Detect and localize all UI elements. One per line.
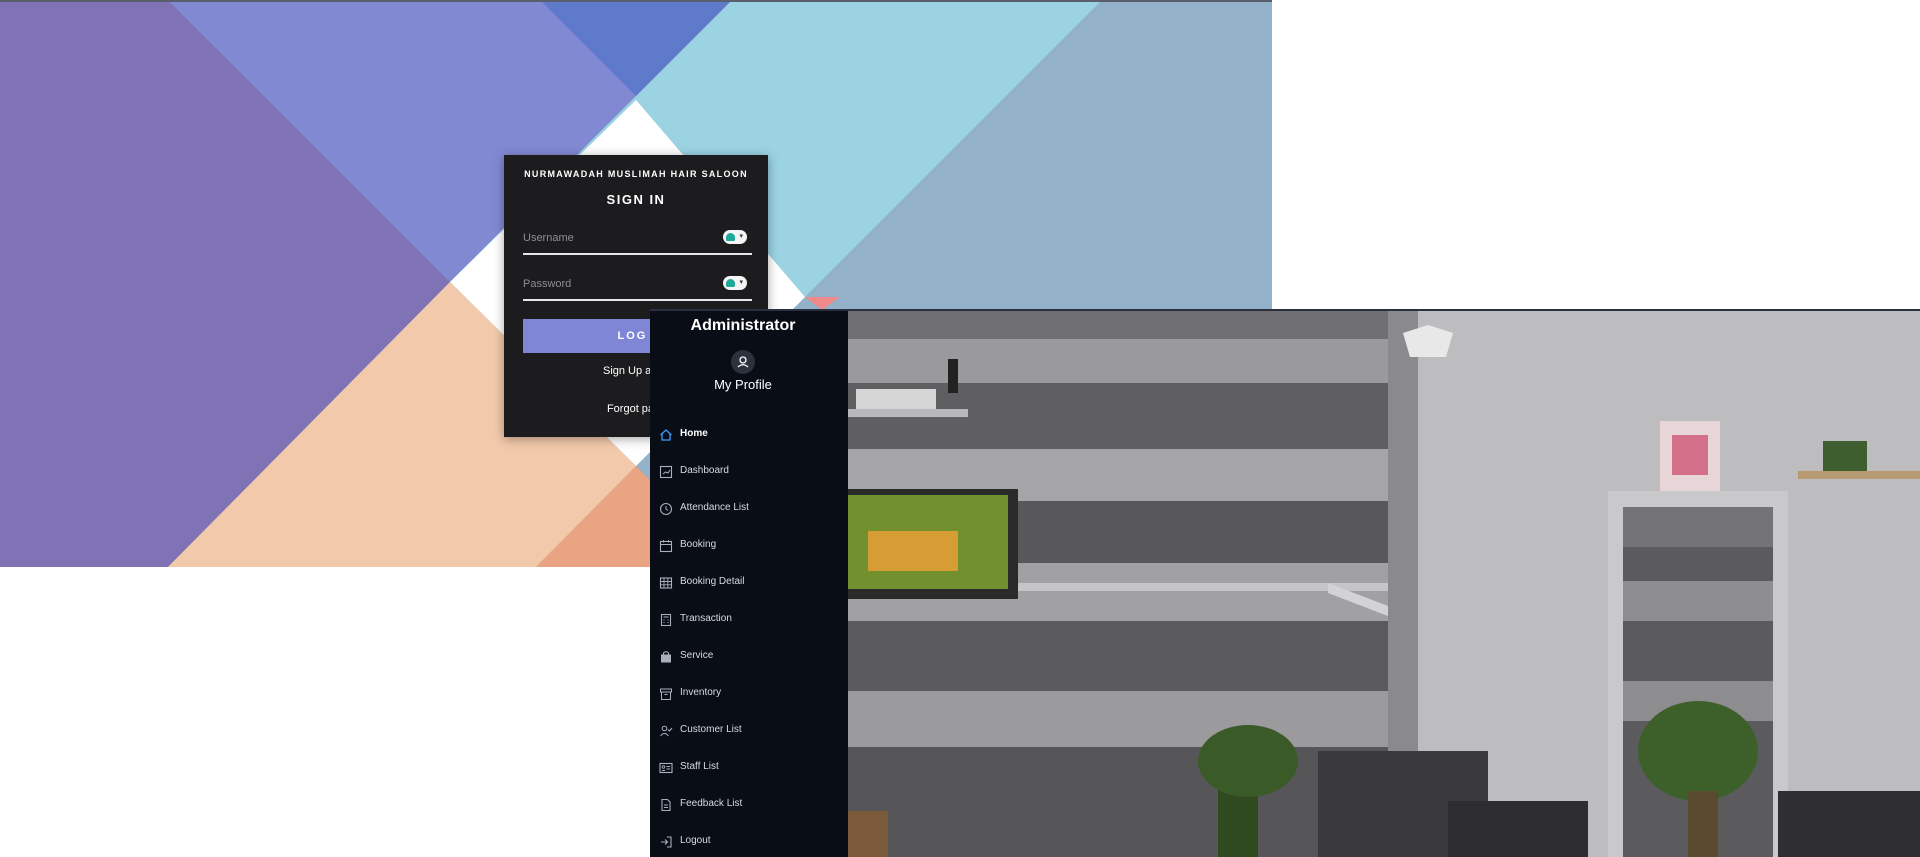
sidebar-item-attendance-list[interactable]: Attendance List (659, 498, 839, 520)
bag-icon (661, 651, 671, 663)
sign-in-heading: SIGN IN (606, 192, 666, 207)
sidebar-item-logout[interactable]: Logout (659, 831, 839, 853)
avatar[interactable] (731, 350, 755, 374)
chart-icon (659, 465, 673, 479)
sidebar-item-customer-list[interactable]: Customer List (659, 720, 839, 742)
password-field: ▾ (523, 273, 752, 301)
sidebar-item-label: Inventory (680, 687, 722, 698)
admin-title: Administrator (690, 317, 796, 334)
sidebar-item-booking[interactable]: Booking (659, 535, 839, 557)
sidebar-item-transaction[interactable]: Transaction (659, 609, 839, 631)
sidebar-item-home[interactable]: Home (659, 424, 839, 446)
sidebar-item-feedback-list[interactable]: Feedback List (659, 794, 839, 816)
logout-icon (661, 836, 672, 848)
sidebar-item-label: Booking (680, 539, 717, 550)
sidebar-item-label: Home (680, 428, 708, 439)
calculator-icon (660, 613, 672, 627)
sidebar-item-booking-detail[interactable]: Booking Detail (659, 572, 839, 594)
admin-screenshot: Administrator My Profile Home Dashboard … (650, 309, 1920, 857)
id-card-icon (659, 762, 673, 774)
password-manager-icon[interactable]: ▾ (723, 230, 747, 244)
sidebar-item-label: Service (680, 650, 714, 661)
sidebar-item-label: Customer List (680, 724, 742, 735)
sidebar-item-service[interactable]: Service (659, 646, 839, 668)
calendar-icon (659, 540, 673, 553)
home-icon (660, 429, 672, 441)
sidebar-item-label: Staff List (680, 761, 719, 772)
sidebar-item-dashboard[interactable]: Dashboard (659, 461, 839, 483)
user-icon (737, 356, 749, 368)
clock-icon (659, 502, 673, 516)
sidebar-item-inventory[interactable]: Inventory (659, 683, 839, 705)
table-icon (659, 577, 673, 589)
users-icon (660, 725, 673, 737)
sidebar-item-label: Dashboard (680, 465, 729, 476)
password-input[interactable] (523, 275, 713, 293)
sidebar-item-label: Transaction (680, 613, 732, 624)
sidebar-item-label: Booking Detail (680, 576, 745, 587)
sidebar-item-label: Logout (680, 835, 711, 846)
my-profile-link[interactable]: My Profile (650, 377, 836, 392)
salon-background-photo (848, 311, 1920, 857)
window-top-border (0, 0, 1272, 2)
salon-brand-name: NURMAWADAH MUSLIMAH HAIR SALOON (524, 169, 748, 179)
username-field: ▾ (523, 227, 752, 255)
sidebar-item-label: Attendance List (680, 502, 749, 513)
document-icon (661, 798, 671, 812)
username-input[interactable] (523, 229, 713, 247)
archive-icon (660, 688, 672, 700)
password-manager-icon[interactable]: ▾ (723, 276, 747, 290)
sidebar-item-label: Feedback List (680, 798, 743, 809)
admin-sidebar: Administrator My Profile Home Dashboard … (650, 311, 848, 857)
sidebar-item-staff-list[interactable]: Staff List (659, 757, 839, 779)
